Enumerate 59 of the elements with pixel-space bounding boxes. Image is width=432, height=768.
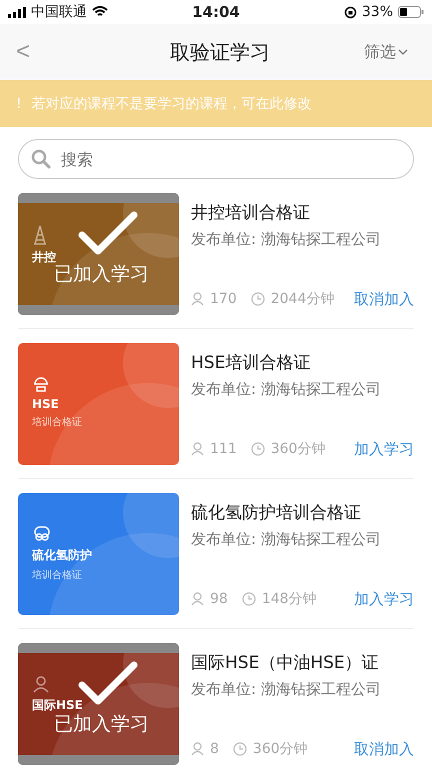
course-duration: 360分钟 xyxy=(252,740,308,758)
course-cover[interactable]: HSE 培训合格证 xyxy=(18,342,179,464)
course-duration: 2044分钟 xyxy=(270,290,334,308)
cover-label: 国际HSE xyxy=(32,696,83,714)
wifi-icon xyxy=(92,6,108,18)
person-icon xyxy=(191,442,204,456)
cover-label: HSE xyxy=(32,396,60,410)
clock-icon xyxy=(242,592,256,606)
clock-icon xyxy=(250,442,265,456)
battery-icon xyxy=(398,6,424,18)
publisher-text: 发布单位: 渤海钻探工程公司 xyxy=(191,680,382,698)
notice-icon: ! xyxy=(16,96,22,112)
page-title: 取验证学习 xyxy=(169,38,271,66)
publisher-text: 发布单位: 渤海钻探工程公司 xyxy=(191,230,382,248)
filter-button[interactable]: 筛选 xyxy=(364,42,424,62)
search-icon xyxy=(31,149,51,169)
status-time: 14:04 xyxy=(192,3,240,21)
course-title: HSE培训合格证 xyxy=(191,352,312,374)
course-cover[interactable]: 硫化氢防护 培训合格证 xyxy=(18,492,179,614)
battery-percent: 33% xyxy=(362,4,393,20)
signal-icon xyxy=(8,6,26,18)
search-field[interactable]: 搜索 xyxy=(18,139,414,179)
rotation-lock-icon xyxy=(344,6,357,18)
course-duration: 360分钟 xyxy=(270,440,326,458)
cancel-join-button[interactable]: 取消加入 xyxy=(354,290,414,308)
person-icon xyxy=(191,742,204,756)
derrick-icon xyxy=(32,224,48,244)
learner-count: 170 xyxy=(210,291,237,307)
cover-label: 培训合格证 xyxy=(32,568,83,582)
helmet-icon xyxy=(32,374,50,392)
carrier-name: 中国联通 xyxy=(31,3,87,21)
person-icon xyxy=(32,674,50,692)
chevron-down-icon xyxy=(398,49,408,55)
cover-label: 培训合格证 xyxy=(32,416,82,428)
course-duration: 148分钟 xyxy=(262,590,317,608)
course-cover[interactable]: 国际HSE 已加入学习 xyxy=(18,642,179,764)
back-button[interactable]: < xyxy=(16,38,76,66)
learner-count: 8 xyxy=(210,741,219,757)
learner-count: 98 xyxy=(210,591,228,607)
clock-icon xyxy=(250,292,265,306)
person-icon xyxy=(191,592,204,606)
join-button[interactable]: 加入学习 xyxy=(354,440,414,458)
person-icon xyxy=(191,292,204,306)
joined-label: 已加入学习 xyxy=(54,712,149,736)
publisher-text: 发布单位: 渤海钻探工程公司 xyxy=(191,380,382,398)
mask-icon xyxy=(32,524,52,542)
course-title: 硫化氢防护培训合格证 xyxy=(191,502,362,524)
cover-label: 硫化氢防护 xyxy=(32,546,92,564)
clock-icon xyxy=(232,742,247,756)
notice-text: 若对应的课程不是要学习的课程，可在此修改 xyxy=(32,94,312,112)
publisher-text: 发布单位: 渤海钻探工程公司 xyxy=(191,530,382,548)
cover-label: 井控 xyxy=(32,248,56,265)
course-cover[interactable]: 井控 已加入学习 xyxy=(18,192,179,314)
joined-label: 已加入学习 xyxy=(54,262,149,286)
learner-count: 111 xyxy=(210,441,237,457)
course-title: 国际HSE（中油HSE）证 xyxy=(191,652,380,674)
cancel-join-button[interactable]: 取消加入 xyxy=(354,740,414,758)
join-button[interactable]: 加入学习 xyxy=(354,590,414,608)
course-title: 井控培训合格证 xyxy=(191,202,311,224)
